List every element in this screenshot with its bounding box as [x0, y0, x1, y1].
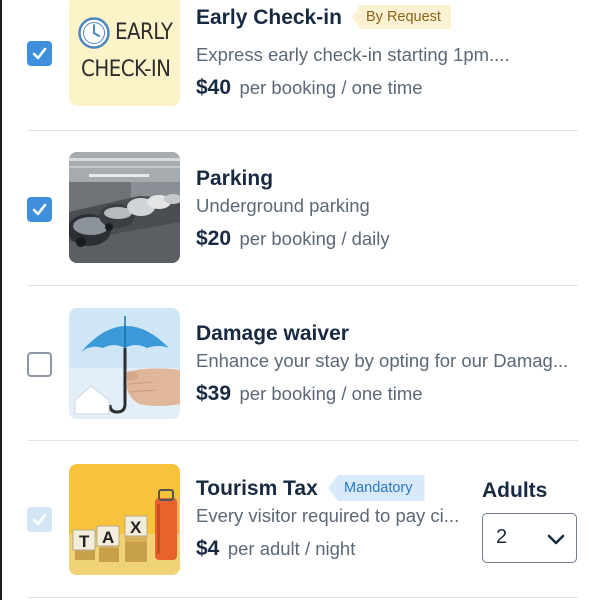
tourism-tax-checkbox — [27, 507, 52, 532]
addon-description: Enhance your stay by opting for our Dama… — [196, 350, 569, 371]
price-amount: $20 — [196, 227, 232, 250]
parking-checkbox[interactable] — [27, 197, 52, 222]
adults-label: Adults — [482, 479, 548, 502]
damage-waiver-checkbox[interactable] — [27, 352, 52, 377]
tax-letter-a: A — [102, 528, 115, 547]
addon-description: Every visitor required to pay ci... — [196, 505, 460, 526]
check-icon — [32, 513, 47, 526]
adults-select-value: 2 — [496, 526, 508, 548]
addon-price: $39 per booking / one time — [196, 382, 423, 406]
addon-title: Early Check-in — [196, 6, 342, 29]
price-amount: $39 — [196, 382, 232, 405]
damage-waiver-image — [69, 308, 180, 419]
addon-description: Express early check-in starting 1pm.... — [196, 44, 510, 65]
price-unit: per booking / one time — [239, 383, 423, 404]
badge-mandatory: Mandatory — [328, 475, 425, 501]
tax-letter-x: X — [130, 518, 142, 537]
parking-image — [69, 152, 180, 263]
price-unit: per booking / daily — [239, 228, 390, 249]
addon-tourism-tax: T A X Tourism Tax Mandatory Every visito… — [0, 441, 600, 600]
divider — [27, 597, 578, 598]
addon-title: Damage waiver — [196, 322, 349, 345]
addon-damage-waiver: Damage waiver Enhance your stay by optin… — [0, 286, 600, 440]
addon-early-checkin: EARLY CHECK-IN Early Check-in By Request… — [0, 0, 600, 130]
tourism-tax-image: T A X — [69, 464, 180, 575]
clock-icon — [78, 17, 110, 49]
addon-description: Underground parking — [196, 195, 370, 216]
addon-parking: Parking Underground parking $20 per book… — [0, 131, 600, 285]
badge-by-request: By Request — [352, 5, 451, 29]
price-unit: per adult / night — [227, 538, 356, 559]
early-checkin-image: EARLY CHECK-IN — [69, 0, 180, 106]
price-amount: $4 — [196, 537, 220, 560]
addon-price: $40 per booking / one time — [196, 76, 423, 100]
check-icon — [32, 203, 47, 216]
thumb-text-checkin: CHECK-IN — [81, 57, 171, 82]
addon-price: $20 per booking / daily — [196, 227, 390, 251]
price-unit: per booking / one time — [239, 77, 423, 98]
tax-letter-t: T — [79, 532, 90, 551]
addon-price: $4 per adult / night — [196, 537, 355, 561]
check-icon — [32, 47, 47, 60]
chevron-down-icon — [547, 534, 565, 545]
early-checkin-checkbox[interactable] — [27, 41, 52, 66]
addon-title: Parking — [196, 167, 274, 190]
addon-title: Tourism Tax — [196, 477, 318, 500]
thumb-text-early: EARLY — [115, 20, 173, 45]
price-amount: $40 — [196, 76, 232, 99]
adults-select[interactable]: 2 — [482, 513, 577, 563]
